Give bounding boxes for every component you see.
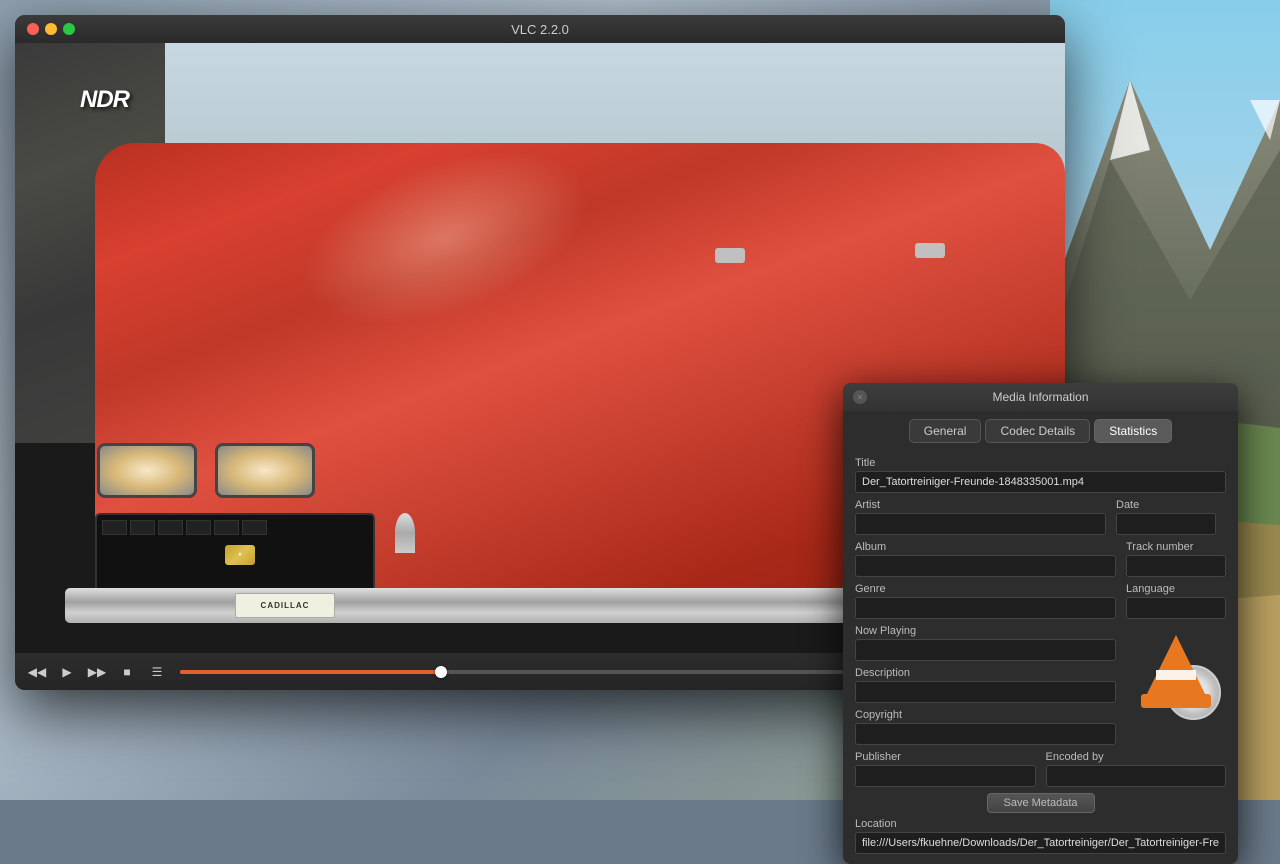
language-input[interactable]: [1126, 597, 1226, 619]
language-label: Language: [1126, 583, 1226, 595]
genre-language-row: Genre Language: [855, 583, 1226, 619]
panel-title: Media Information: [992, 390, 1088, 404]
genre-label: Genre: [855, 583, 1116, 595]
panel-tabs: General Codec Details Statistics: [843, 411, 1238, 451]
date-label: Date: [1116, 499, 1216, 511]
tab-codec-details[interactable]: Codec Details: [985, 419, 1090, 443]
artist-date-row: Artist Date: [855, 499, 1226, 535]
vlc-icon-area: [1126, 625, 1226, 725]
encoded-by-input[interactable]: [1046, 765, 1227, 787]
genre-group: Genre: [855, 583, 1116, 619]
cone-base: [1141, 694, 1211, 708]
publisher-encoded-row: Publisher Encoded by: [855, 751, 1226, 787]
title-label: Title: [855, 457, 1226, 469]
play-button[interactable]: ▶: [55, 660, 79, 684]
playlist-button[interactable]: ☰: [145, 660, 169, 684]
save-metadata-section: Save Metadata: [855, 793, 1226, 813]
tab-general[interactable]: General: [909, 419, 982, 443]
now-playing-section: Now Playing Description Copyright: [855, 625, 1226, 751]
album-input[interactable]: [855, 555, 1116, 577]
location-input[interactable]: [855, 832, 1226, 854]
window-controls: [27, 23, 75, 35]
publisher-input[interactable]: [855, 765, 1036, 787]
encoded-by-group: Encoded by: [1046, 751, 1227, 787]
progress-handle[interactable]: [435, 666, 447, 678]
maximize-button[interactable]: [63, 23, 75, 35]
now-playing-input[interactable]: [855, 639, 1116, 661]
album-group: Album: [855, 541, 1116, 577]
publisher-group: Publisher: [855, 751, 1036, 787]
tab-statistics[interactable]: Statistics: [1094, 419, 1172, 443]
artist-group: Artist: [855, 499, 1106, 535]
genre-input[interactable]: [855, 597, 1116, 619]
minimize-button[interactable]: [45, 23, 57, 35]
language-group: Language: [1126, 583, 1226, 619]
title-row: Title: [855, 457, 1226, 493]
save-metadata-button[interactable]: Save Metadata: [987, 793, 1095, 813]
vlc-titlebar: VLC 2.2.0: [15, 15, 1065, 43]
progress-fill: [180, 670, 441, 674]
fast-forward-button[interactable]: ▶▶: [85, 660, 109, 684]
title-input[interactable]: [855, 471, 1226, 493]
panel-titlebar: × Media Information: [843, 383, 1238, 411]
copyright-input[interactable]: [855, 723, 1116, 745]
date-group: Date: [1116, 499, 1216, 535]
panel-close-button[interactable]: ×: [853, 390, 867, 404]
vlc-cone: [1136, 630, 1216, 720]
track-number-input[interactable]: [1126, 555, 1226, 577]
artist-label: Artist: [855, 499, 1106, 511]
location-section: Location: [855, 818, 1226, 854]
publisher-label: Publisher: [855, 751, 1036, 763]
album-label: Album: [855, 541, 1116, 553]
encoded-by-label: Encoded by: [1046, 751, 1227, 763]
date-input[interactable]: [1116, 513, 1216, 535]
track-number-label: Track number: [1126, 541, 1226, 553]
close-button[interactable]: [27, 23, 39, 35]
media-info-panel: × Media Information General Codec Detail…: [843, 383, 1238, 864]
cone-body: [1144, 635, 1208, 700]
ndr-logo: NDR: [80, 88, 129, 112]
location-label: Location: [855, 818, 1226, 830]
description-input[interactable]: [855, 681, 1116, 703]
cone-stripe: [1156, 670, 1196, 680]
track-group: Track number: [1126, 541, 1226, 577]
panel-content: Title Artist Date Album Track number: [843, 451, 1238, 864]
album-track-row: Album Track number: [855, 541, 1226, 577]
rewind-button[interactable]: ◀◀: [25, 660, 49, 684]
window-title: VLC 2.2.0: [511, 22, 569, 37]
stop-button[interactable]: ■: [115, 660, 139, 684]
artist-input[interactable]: [855, 513, 1106, 535]
